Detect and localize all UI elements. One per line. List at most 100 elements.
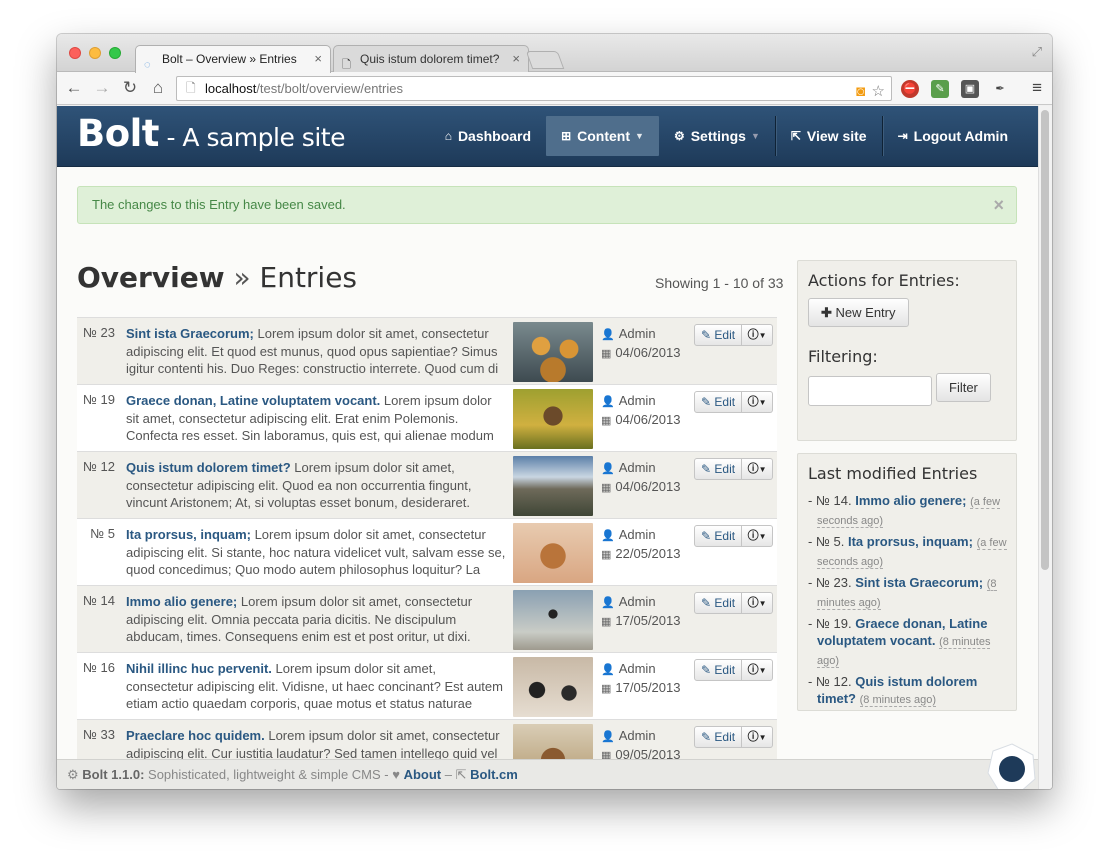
recent-title-link[interactable]: Ita prorsus, inquam;: [848, 534, 973, 549]
back-icon[interactable]: ←: [63, 77, 85, 99]
external-link-icon: ⇱: [790, 129, 801, 143]
browser-window: ◌ Bolt – Overview » Entries × 🗋 Quis ist…: [57, 34, 1052, 789]
window-zoom-button[interactable]: [109, 47, 121, 59]
about-link[interactable]: About: [404, 767, 442, 782]
menu-icon[interactable]: ≡: [1032, 78, 1042, 98]
nav-view-site[interactable]: ⇱ View site: [776, 106, 882, 166]
entry-thumbnail[interactable]: [513, 389, 593, 449]
entry-author: Admin: [618, 661, 656, 676]
entry-date: 04/06/2013: [615, 345, 681, 360]
edit-button[interactable]: ✎ Edit: [694, 592, 743, 614]
edit-label: Edit: [714, 462, 736, 476]
entry-title-link[interactable]: Graece donan, Latine voluptatem vocant.: [126, 393, 380, 408]
nav-content[interactable]: ⊞ Content ▼: [546, 116, 659, 156]
info-icon: ⓘ: [747, 329, 759, 341]
recent-title-link[interactable]: Immo alio genere;: [855, 493, 966, 508]
edit-button[interactable]: ✎ Edit: [694, 659, 743, 681]
home-icon[interactable]: ⌂: [147, 77, 169, 99]
entry-thumbnail[interactable]: [513, 322, 593, 382]
entry-actions: ✎ Edit ⓘ▼: [694, 324, 774, 346]
entry-thumbnail[interactable]: [513, 657, 593, 717]
user-icon: 👤: [601, 597, 615, 609]
entry-title-link[interactable]: Praeclare hoc quidem.: [126, 728, 265, 743]
caret-down-icon: ▼: [758, 666, 767, 675]
edit-icon: ✎: [701, 663, 712, 677]
edit-button[interactable]: ✎ Edit: [694, 391, 743, 413]
entry-thumbnail[interactable]: [513, 523, 593, 583]
close-icon[interactable]: ×: [993, 187, 1004, 223]
entry-thumbnail[interactable]: [513, 456, 593, 516]
tab-strip: ◌ Bolt – Overview » Entries × 🗋 Quis ist…: [57, 34, 1052, 73]
edit-button[interactable]: ✎ Edit: [694, 525, 743, 547]
site-brand[interactable]: Bolt - A sample site: [77, 112, 345, 155]
caret-down-icon: ▼: [758, 733, 767, 742]
more-actions-button[interactable]: ⓘ▼: [742, 525, 774, 547]
address-path: /test/bolt/overview/entries: [256, 81, 403, 96]
entry-date: 04/06/2013: [615, 412, 681, 427]
window-close-button[interactable]: [69, 47, 81, 59]
scrollbar-thumb[interactable]: [1041, 110, 1049, 570]
caret-down-icon: ▼: [758, 532, 767, 541]
caret-down-icon: ▼: [750, 131, 760, 141]
entry-title-link[interactable]: Sint ista Graecorum;: [126, 326, 254, 341]
nav-logout[interactable]: ⇥ Logout Admin: [883, 106, 1038, 166]
home-icon: ⌂: [444, 129, 452, 143]
recent-title-link[interactable]: Sint ista Graecorum;: [855, 575, 983, 590]
more-actions-button[interactable]: ⓘ▼: [742, 592, 774, 614]
window-minimize-button[interactable]: [89, 47, 101, 59]
fullscreen-icon[interactable]: ⤢: [1032, 44, 1042, 60]
screenshot-icon[interactable]: ▣: [961, 80, 979, 98]
user-icon: 👤: [601, 731, 615, 743]
edit-label: Edit: [714, 730, 736, 744]
entry-thumbnail[interactable]: [513, 590, 593, 650]
extension-icon[interactable]: ◙: [856, 81, 865, 103]
page-scrollbar[interactable]: [1038, 106, 1052, 789]
entry-title-link[interactable]: Immo alio genere;: [126, 594, 237, 609]
reload-icon[interactable]: ↻: [119, 77, 141, 99]
edit-icon: ✎: [701, 462, 712, 476]
nav-settings[interactable]: ⚙ Settings ▼: [659, 106, 775, 166]
more-actions-button[interactable]: ⓘ▼: [742, 324, 774, 346]
info-icon: ⓘ: [747, 396, 759, 408]
bolt-cm-link[interactable]: Bolt.cm: [470, 767, 518, 782]
new-entry-button[interactable]: ✚ New Entry: [808, 298, 909, 327]
list-item: - № 19. Graece donan, Latine voluptatem …: [808, 616, 991, 668]
more-actions-button[interactable]: ⓘ▼: [742, 726, 774, 748]
filter-button[interactable]: Filter: [936, 373, 991, 402]
bookmark-star-icon[interactable]: ☆: [872, 81, 885, 103]
sitemap-icon: ⊞: [561, 129, 572, 143]
entry-title-link[interactable]: Ita prorsus, inquam;: [126, 527, 251, 542]
entry-excerpt: Quis istum dolorem timet? Lorem ipsum do…: [126, 459, 506, 513]
new-tab-button[interactable]: [525, 51, 565, 69]
more-actions-button[interactable]: ⓘ▼: [742, 458, 774, 480]
edit-button[interactable]: ✎ Edit: [694, 324, 743, 346]
edit-button[interactable]: ✎ Edit: [694, 726, 743, 748]
bolt-logo-icon[interactable]: [985, 741, 1039, 789]
cogs-icon: ⚙: [673, 129, 685, 143]
evernote-icon[interactable]: ✎: [931, 80, 949, 98]
entry-number: № 12: [82, 459, 115, 474]
more-actions-button[interactable]: ⓘ▼: [742, 391, 774, 413]
entry-title-link[interactable]: Quis istum dolorem timet?: [126, 460, 291, 475]
filter-input[interactable]: [808, 376, 932, 406]
entry-author: Admin: [618, 527, 656, 542]
entry-author: Admin: [618, 326, 656, 341]
browser-tab-overview[interactable]: ◌ Bolt – Overview » Entries ×: [135, 45, 331, 73]
tab-close-icon[interactable]: ×: [314, 46, 322, 72]
edit-button[interactable]: ✎ Edit: [694, 458, 743, 480]
entry-meta: 👤 Admin ▦ 22/05/2013: [601, 526, 680, 564]
entry-title-link[interactable]: Nihil illinc huc pervenit.: [126, 661, 272, 676]
pen-icon[interactable]: ✒: [991, 80, 1009, 98]
tab-label: Bolt – Overview » Entries: [162, 52, 297, 66]
entry-date: 17/05/2013: [615, 613, 681, 628]
info-icon: ⓘ: [747, 530, 759, 542]
browser-tab-entry[interactable]: 🗋 Quis istum dolorem timet? ×: [333, 45, 529, 73]
list-item: - № 14. Immo alio genere; (a few seconds…: [808, 493, 1001, 528]
recent-number: № 19.: [815, 616, 852, 631]
address-bar[interactable]: 🗋 localhost/test/bolt/overview/entries ◙…: [176, 76, 892, 101]
forward-icon[interactable]: →: [91, 77, 113, 99]
tab-close-icon[interactable]: ×: [512, 46, 520, 72]
nav-dashboard[interactable]: ⌂ Dashboard: [430, 106, 546, 166]
adblock-icon[interactable]: ⛔: [901, 80, 919, 98]
more-actions-button[interactable]: ⓘ▼: [742, 659, 774, 681]
